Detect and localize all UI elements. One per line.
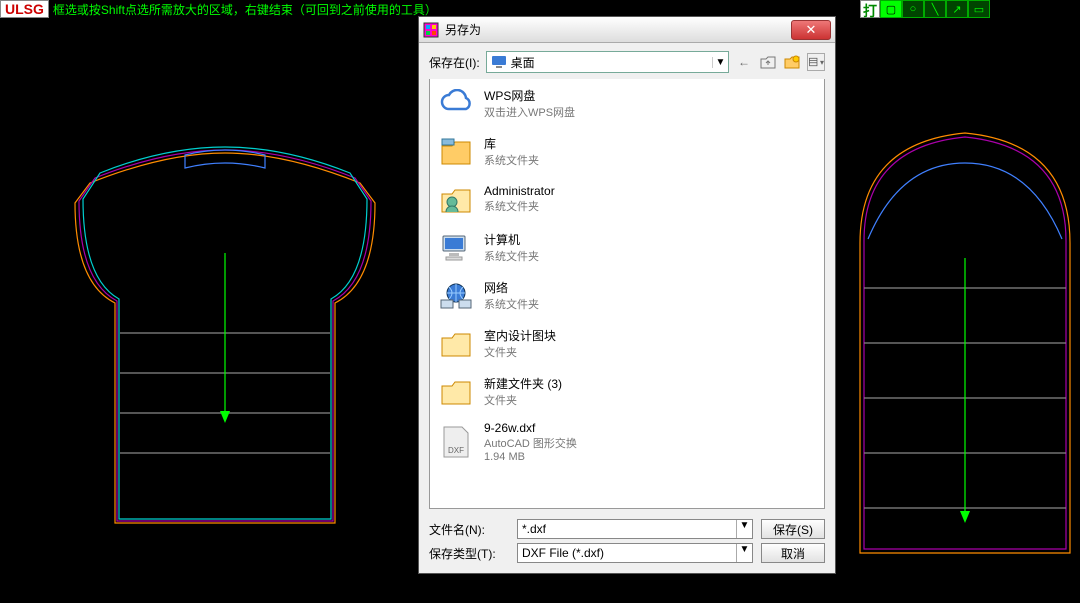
list-item[interactable]: 库系统文件夹 — [430, 127, 824, 175]
chevron-down-icon[interactable]: ▼ — [736, 544, 752, 562]
up-folder-icon[interactable] — [759, 53, 777, 71]
desktop-icon — [491, 55, 507, 69]
filetype-field[interactable]: ▼ — [517, 543, 753, 563]
rect-tool-icon[interactable]: ▢ — [880, 0, 902, 18]
pattern-right — [850, 113, 1080, 583]
computer-icon — [438, 229, 474, 265]
user-folder-icon — [438, 181, 474, 217]
app-brand: ULSG — [0, 0, 49, 18]
list-item[interactable]: WPS网盘双击进入WPS网盘 — [430, 79, 824, 127]
list-item[interactable]: Administrator系统文件夹 — [430, 175, 824, 223]
view-menu-icon[interactable]: ▾ — [807, 53, 825, 71]
dialog-titlebar[interactable]: 另存为 ✕ — [419, 17, 835, 43]
filetype-label: 保存类型(T): — [429, 545, 509, 562]
tool-strip: 打 ▢ ○ ╲ ↗ ▭ — [860, 0, 990, 18]
list-item[interactable]: 室内设计图块文件夹 — [430, 319, 824, 367]
list-item[interactable]: DXF 9-26w.dxfAutoCAD 图形交换1.94 MB — [430, 415, 824, 469]
filename-input[interactable] — [518, 520, 736, 538]
tool-label[interactable]: 打 — [860, 0, 880, 18]
filetype-input[interactable] — [518, 544, 736, 562]
new-folder-icon[interactable] — [783, 53, 801, 71]
chevron-down-icon[interactable]: ▼ — [736, 520, 752, 538]
save-in-label: 保存在(I): — [429, 54, 480, 71]
filename-field[interactable]: ▼ — [517, 519, 753, 539]
save-in-combo[interactable]: ▼ — [486, 51, 729, 73]
hint-text: 框选或按Shift点选所需放大的区域，右键结束（可回到之前使用的工具） — [53, 1, 437, 18]
folder-icon — [438, 325, 474, 361]
wps-cloud-icon — [438, 85, 474, 121]
back-icon[interactable]: ← — [735, 53, 753, 71]
svg-text:DXF: DXF — [448, 446, 464, 455]
folder-icon — [438, 373, 474, 409]
save-in-value[interactable] — [511, 55, 712, 69]
chevron-down-icon[interactable]: ▼ — [712, 57, 728, 68]
list-item[interactable]: 新建文件夹 (3)文件夹 — [430, 367, 824, 415]
file-list[interactable]: WPS网盘双击进入WPS网盘 库系统文件夹 Administrator系统文件夹… — [429, 79, 825, 509]
cancel-button[interactable]: 取消 — [761, 543, 825, 563]
list-item[interactable]: 计算机系统文件夹 — [430, 223, 824, 271]
select-tool-icon[interactable]: ▭ — [968, 0, 990, 18]
network-icon — [438, 277, 474, 313]
line-tool-icon[interactable]: ╲ — [924, 0, 946, 18]
dialog-title: 另存为 — [445, 21, 481, 38]
save-as-dialog: 另存为 ✕ 保存在(I): ▼ ← ▾ WPS网盘双击进入WPS网盘 — [418, 16, 836, 574]
pattern-left — [35, 123, 415, 553]
move-tool-icon[interactable]: ↗ — [946, 0, 968, 18]
library-icon — [438, 133, 474, 169]
app-icon — [423, 22, 439, 38]
circle-tool-icon[interactable]: ○ — [902, 0, 924, 18]
list-item[interactable]: 网络系统文件夹 — [430, 271, 824, 319]
close-button[interactable]: ✕ — [791, 20, 831, 40]
save-button[interactable]: 保存(S) — [761, 519, 825, 539]
filename-label: 文件名(N): — [429, 521, 509, 538]
dxf-file-icon: DXF — [438, 424, 474, 460]
